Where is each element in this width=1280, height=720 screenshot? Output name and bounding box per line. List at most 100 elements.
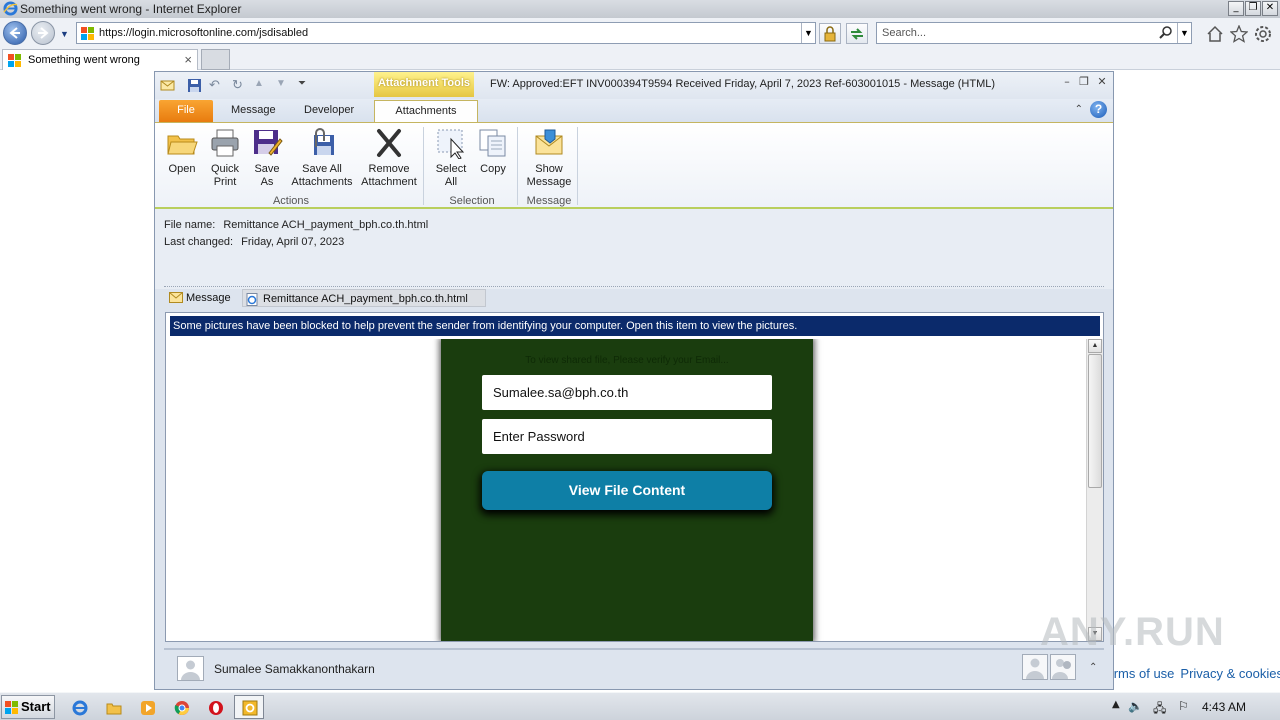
previous-item-icon[interactable]: ▲ (254, 78, 264, 89)
undo-icon[interactable]: ↶ (209, 77, 220, 93)
select-all-button[interactable]: Select All (432, 127, 470, 189)
forward-button[interactable] (31, 21, 55, 45)
tab-file[interactable]: File (159, 100, 213, 122)
recent-pages-dropdown-icon[interactable]: ▼ (60, 29, 69, 39)
tab-bar: Something went wrong × (0, 48, 1280, 70)
email-field[interactable]: Sumalee.sa@bph.co.th (482, 375, 772, 410)
copy-button[interactable]: Copy (476, 127, 510, 176)
outlook-restore-button[interactable]: ❐ (1077, 76, 1091, 88)
remove-attachment-button[interactable]: Remove Attachment (359, 127, 419, 189)
taskbar-ie-button[interactable] (64, 695, 94, 719)
new-tab-button[interactable] (201, 49, 230, 70)
attachment-tools-label: Attachment Tools (374, 72, 474, 97)
volume-icon[interactable]: 🔈 (1128, 699, 1143, 713)
view-file-content-button[interactable]: View File Content (482, 471, 772, 510)
close-button[interactable]: ✕ (1262, 1, 1278, 16)
tab-developer[interactable]: Developer (294, 100, 364, 122)
vertical-scrollbar[interactable]: ▲ ▼ (1086, 339, 1103, 641)
taskbar-explorer-button[interactable] (98, 695, 128, 719)
copy-label: Copy (480, 163, 506, 175)
next-item-icon[interactable]: ▼ (276, 78, 286, 89)
printer-icon (211, 129, 239, 157)
message-window-title: FW: Approved:EFT INV000394T9594 Received… (490, 78, 996, 90)
select-all-label-2: All (444, 176, 458, 188)
tab-close-icon[interactable]: × (184, 52, 192, 67)
save-all-label-1: Save All (302, 163, 342, 175)
network-icon[interactable]: 🖧 (1153, 699, 1166, 720)
clock[interactable]: 4:43 AM (1202, 700, 1246, 714)
outlook-close-button[interactable]: ✕ (1095, 76, 1109, 88)
taskbar-outlook-button[interactable] (234, 695, 264, 719)
last-changed-row: Last changed: Friday, April 07, 2023 (164, 236, 344, 248)
open-button[interactable]: Open (166, 127, 198, 176)
attachment-html-item[interactable]: Remittance ACH_payment_bph.co.th.html (242, 289, 486, 307)
ribbon-group-divider (517, 127, 518, 205)
collapse-ribbon-icon[interactable]: ⌃ (1075, 104, 1083, 115)
customize-toolbar-icon[interactable]: ⏷ (298, 78, 306, 89)
tab-message[interactable]: Message (221, 100, 286, 122)
ie-title-bar: Something went wrong - Internet Explorer… (0, 0, 1280, 18)
start-label: Start (21, 699, 51, 714)
envelope-icon (169, 292, 183, 303)
outlook-minimize-button[interactable]: – (1060, 76, 1074, 88)
settings-gear-icon[interactable] (1254, 25, 1272, 43)
refresh-compat-icon[interactable] (846, 23, 868, 44)
sender-avatar[interactable] (177, 656, 204, 681)
attachment-message-item[interactable]: Message (166, 289, 238, 307)
address-bar[interactable]: https://login.microsoftonline.com/jsdisa… (76, 22, 816, 44)
show-message-button[interactable]: Show Message (523, 127, 575, 189)
lock-icon[interactable] (819, 23, 841, 44)
save-all-label-2: Attachments (291, 176, 353, 188)
sender-name[interactable]: Sumalee Samakkanonthakarn (214, 662, 375, 676)
taskbar-media-player-button[interactable] (132, 695, 162, 719)
ie-logo-icon (3, 1, 18, 16)
attachment-html-label: Remittance ACH_payment_bph.co.th.html (263, 293, 468, 305)
envelope-icon[interactable] (160, 78, 175, 93)
back-arrow-icon (9, 27, 20, 39)
windows-logo-icon (8, 54, 21, 67)
restore-button[interactable]: ❐ (1245, 1, 1261, 16)
favorites-star-icon[interactable] (1230, 25, 1248, 43)
blocked-pictures-infobar[interactable]: Some pictures have been blocked to help … (170, 316, 1100, 336)
tab-attachments[interactable]: Attachments (374, 100, 478, 122)
browser-tab[interactable]: Something went wrong × (2, 49, 198, 70)
save-icon[interactable] (187, 78, 202, 93)
search-icon[interactable] (1159, 26, 1173, 40)
attachment-file-info: File name: Remittance ACH_payment_bph.co.… (155, 209, 1113, 289)
save-as-button[interactable]: Save As (251, 127, 283, 189)
taskbar: Start ▲ 🔈 🖧 ⚐ 4:43 AM (0, 692, 1280, 720)
media-player-icon (141, 701, 155, 715)
back-button[interactable] (3, 21, 27, 45)
help-icon[interactable]: ? (1090, 101, 1107, 118)
ie-window-title: Something went wrong - Internet Explorer (20, 2, 242, 16)
file-name-label: File name: (164, 219, 216, 231)
remove-x-icon (377, 129, 401, 157)
address-url[interactable]: https://login.microsoftonline.com/jsdisa… (99, 27, 308, 39)
home-icon[interactable] (1206, 25, 1224, 43)
redo-icon[interactable]: ↻ (232, 77, 243, 93)
show-hidden-icons-icon[interactable]: ▲ (1112, 699, 1120, 710)
minimize-button[interactable]: _ (1228, 1, 1244, 16)
action-center-flag-icon[interactable]: ⚐ (1178, 699, 1189, 713)
save-all-attachments-button[interactable]: Save All Attachments (290, 127, 354, 189)
taskbar-opera-button[interactable] (200, 695, 230, 719)
search-box[interactable]: Search... ▼ (876, 22, 1192, 44)
save-all-attachments-icon (314, 128, 334, 155)
windows-logo-icon (81, 27, 94, 40)
quick-print-button[interactable]: Quick Print (208, 127, 242, 189)
html-preview-content: To view shared file, Please verify your … (166, 339, 1087, 641)
last-changed-value: Friday, April 07, 2023 (241, 236, 345, 248)
password-field[interactable]: Enter Password (482, 419, 772, 454)
search-dropdown-icon[interactable]: ▼ (1177, 23, 1191, 43)
address-dropdown-icon[interactable]: ▼ (801, 23, 815, 43)
taskbar-chrome-button[interactable] (166, 695, 196, 719)
ie-logo-icon (72, 700, 88, 716)
start-button[interactable]: Start (1, 695, 55, 719)
outlook-message-window: ↶ ↻ ▲ ▼ ⏷ Attachment Tools FW: Approved:… (154, 71, 1114, 690)
show-message-label-2: Message (526, 176, 572, 188)
person-silhouette-icon (181, 660, 200, 680)
group-label-selection: Selection (449, 195, 495, 207)
html-file-icon (246, 293, 258, 306)
scroll-up-arrow-icon[interactable]: ▲ (1088, 339, 1102, 353)
scrollbar-thumb[interactable] (1088, 354, 1102, 488)
